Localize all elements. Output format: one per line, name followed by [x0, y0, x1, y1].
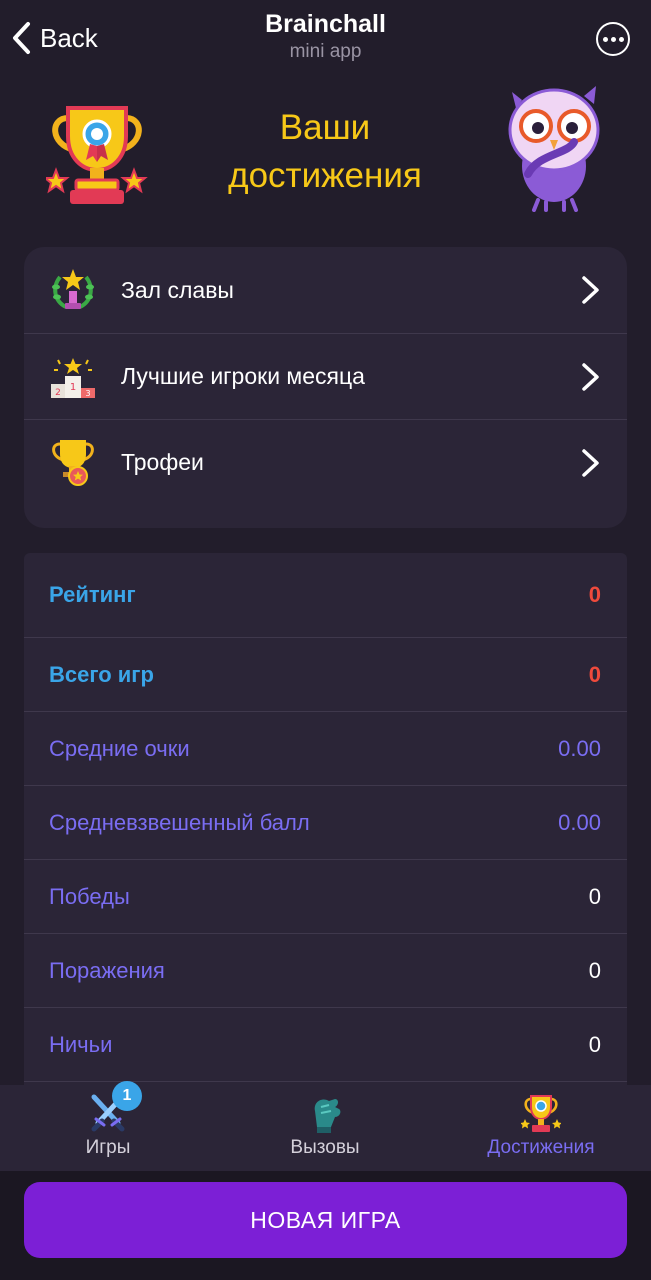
top-bar: Back Brainchall mini app [0, 0, 651, 80]
stat-label: Средневзвешенный балл [49, 809, 310, 835]
stat-row-rating: Рейтинг 0 [24, 553, 627, 638]
chevron-right-icon [582, 276, 599, 304]
cup-medal-icon [52, 439, 94, 486]
more-dots-icon-dot [610, 36, 616, 42]
tab-label: Достижения [487, 1137, 595, 1158]
app-title-block: Brainchall mini app [0, 10, 651, 63]
stat-value: 0 [588, 957, 601, 983]
footer-bar: НОВАЯ ИГРА [0, 1171, 651, 1280]
owl-mascot [508, 86, 600, 212]
tab-games[interactable]: 1 Игры [48, 1081, 168, 1171]
more-dots-icon [602, 36, 608, 42]
stat-value: 0.00 [558, 809, 601, 835]
svg-text:3: 3 [85, 389, 90, 398]
stat-row-average-score: Средние очки 0.00 [24, 712, 627, 786]
trophy-icon [521, 1095, 561, 1132]
svg-text:1: 1 [70, 382, 76, 393]
menu-item-hall-of-fame[interactable]: Зал славы [24, 247, 627, 333]
more-options-button[interactable] [596, 22, 630, 56]
stat-value: 0 [588, 582, 601, 607]
stat-label: Ничьи [49, 1031, 113, 1057]
stat-label: Средние очки [49, 735, 190, 761]
stat-label: Победы [49, 883, 130, 909]
laurel-trophy-icon [52, 269, 94, 309]
bottom-nav: 1 Игры Вызовы Достижения [0, 1081, 651, 1171]
page-title-line1: Ваши [279, 108, 371, 147]
hero-section: Ваши достижения [0, 82, 651, 232]
new-game-button[interactable]: НОВАЯ ИГРА [24, 1182, 627, 1258]
tab-challenges[interactable]: Вызовы [265, 1085, 385, 1171]
trophy-icon [46, 106, 148, 204]
menu-item-trophies[interactable]: Трофеи [24, 419, 627, 505]
tab-label: Игры [85, 1137, 131, 1158]
page-title-line2: достижения [228, 156, 422, 195]
stat-value: 0 [588, 1031, 601, 1057]
stat-row-draws: Ничьи 0 [24, 1008, 627, 1082]
app-subtitle: mini app [289, 41, 362, 62]
chevron-right-icon [582, 448, 599, 477]
glove-icon [314, 1099, 341, 1133]
stat-label: Рейтинг [49, 582, 136, 607]
stat-label: Всего игр [49, 661, 154, 687]
stat-row-wins: Победы 0 [24, 860, 627, 934]
new-game-label: НОВАЯ ИГРА [250, 1206, 401, 1233]
stat-label: Поражения [49, 957, 165, 983]
page-title: Ваши достижения [180, 104, 470, 200]
menu-item-label: Зал славы [121, 276, 234, 303]
chevron-right-icon [582, 362, 599, 391]
notification-badge: 1 [112, 1081, 142, 1111]
stat-value: 0 [588, 661, 601, 687]
stat-row-weighted-score: Средневзвешенный балл 0.00 [24, 786, 627, 860]
app-title: Brainchall [265, 10, 386, 38]
menu-item-label: Лучшие игроки месяца [121, 363, 365, 389]
tab-label: Вызовы [290, 1137, 360, 1158]
stat-row-total-games: Всего игр 0 [24, 638, 627, 712]
podium-icon: 2 1 3 [51, 357, 95, 398]
achievements-menu: Зал славы 2 1 3 Лучшие игроки месяца Тро… [24, 247, 627, 528]
stat-value: 0.00 [558, 735, 601, 761]
menu-item-top-players[interactable]: 2 1 3 Лучшие игроки месяца [24, 333, 627, 419]
stats-table: Рейтинг 0 Всего игр 0 Средние очки 0.00 … [24, 553, 627, 1113]
stat-row-losses: Поражения 0 [24, 934, 627, 1008]
tab-achievements[interactable]: Достижения [466, 1085, 616, 1171]
stat-value: 0 [588, 883, 601, 909]
more-dots-icon-dot [618, 36, 624, 42]
menu-item-label: Трофеи [121, 449, 204, 475]
svg-text:2: 2 [55, 388, 61, 398]
